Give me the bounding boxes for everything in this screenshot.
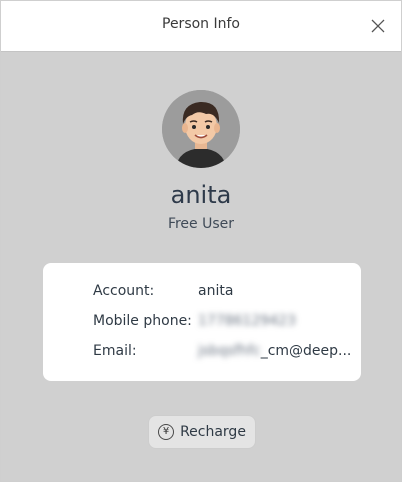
close-icon <box>371 19 385 33</box>
close-button[interactable] <box>365 13 391 39</box>
recharge-button[interactable]: ¥ Recharge <box>148 415 256 449</box>
username: anita <box>170 181 232 209</box>
account-label: Account: <box>93 283 155 299</box>
email-value-visible: _cm@deep... <box>260 343 352 359</box>
avatar <box>162 90 240 168</box>
account-value: anita <box>198 283 234 299</box>
email-label: Email: <box>93 343 137 359</box>
user-type: Free User <box>167 216 235 232</box>
mobile-value: 17786129423 <box>198 313 296 329</box>
window-title: Person Info <box>162 16 240 32</box>
mobile-label: Mobile phone: <box>93 313 192 329</box>
email-value: jsbqsfhfc_cm@deep... <box>198 341 351 361</box>
yen-circle-icon: ¥ <box>158 424 175 440</box>
person-info-window: Person Info anita Free User Account: ani… <box>0 0 402 482</box>
account-info-card: Account: anita Mobile phone: 17786129423… <box>43 263 361 381</box>
email-value-blurred: jsbqsfhfc <box>198 343 261 359</box>
recharge-label: Recharge <box>180 424 246 440</box>
titlebar: Person Info <box>1 1 401 52</box>
